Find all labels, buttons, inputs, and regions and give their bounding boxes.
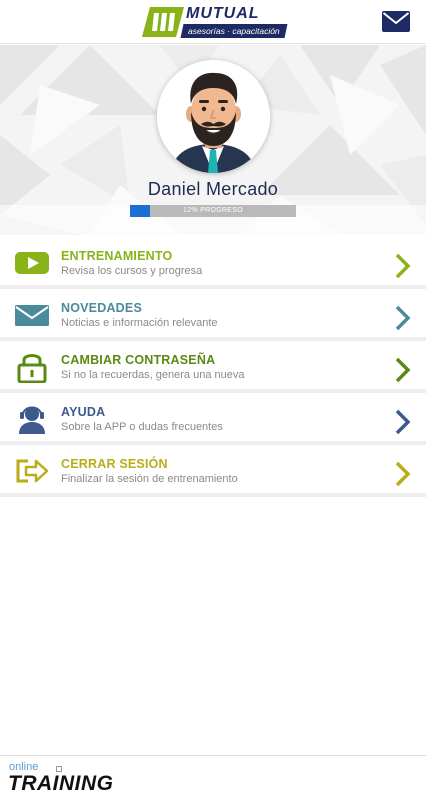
avatar-illustration: [157, 60, 270, 173]
logo-word: MUTUAL: [186, 5, 260, 22]
sign-out-icon: [16, 459, 49, 483]
footer-brand: online TRAINING: [0, 755, 426, 800]
avatar: [157, 60, 270, 173]
mutual-logo: MUTUAL asesorías · capacitación: [142, 5, 288, 39]
menu-title: CAMBIAR CONTRASEÑA: [61, 353, 216, 367]
progress-bar: 12% PROGRESO: [130, 205, 296, 217]
support-agent-icon: [19, 406, 45, 434]
logo-tagline: asesorías · capacitación: [180, 24, 288, 38]
menu-title: AYUDA: [61, 405, 106, 419]
profile-header: Daniel Mercado 12% PROGRESO: [0, 45, 426, 235]
footer-training-text: TRAINING: [8, 772, 114, 795]
chevron-right-icon: [395, 409, 411, 435]
envelope-icon: [15, 305, 49, 326]
chevron-right-icon: [395, 461, 411, 487]
chevron-right-icon: [395, 305, 411, 331]
menu-title: NOVEDADES: [61, 301, 142, 315]
menu-title: CERRAR SESIÓN: [61, 457, 168, 471]
lock-icon: [17, 354, 47, 383]
menu-item-novedades[interactable]: NOVEDADES Noticias e información relevan…: [0, 289, 426, 341]
menu-description: Revisa los cursos y progresa: [61, 265, 203, 277]
logo-tagline-text: asesorías · capacitación: [188, 26, 280, 36]
logo-mark-icon: [142, 7, 184, 37]
menu-item-ayuda[interactable]: AYUDA Sobre la APP o dudas frecuentes: [0, 393, 426, 445]
chevron-right-icon: [395, 357, 411, 383]
progress-label: 12% PROGRESO: [182, 207, 243, 214]
mail-icon[interactable]: [382, 11, 410, 32]
menu-item-cambiar-contrasena[interactable]: CAMBIAR CONTRASEÑA Si no la recuerdas, g…: [0, 341, 426, 393]
chevron-right-icon: [395, 253, 411, 279]
main-menu: ENTRENAMIENTO Revisa los cursos y progre…: [0, 237, 426, 497]
user-name: Daniel Mercado: [147, 179, 279, 199]
menu-description: Sobre la APP o dudas frecuentes: [61, 421, 223, 433]
menu-description: Finalizar la sesión de entrenamiento: [61, 473, 238, 485]
menu-description: Si no la recuerdas, genera una nueva: [61, 369, 245, 381]
menu-item-cerrar-sesion[interactable]: CERRAR SESIÓN Finalizar la sesión de ent…: [0, 445, 426, 497]
youtube-play-icon: [15, 252, 49, 274]
menu-description: Noticias e información relevante: [61, 317, 218, 329]
menu-item-entrenamiento[interactable]: ENTRENAMIENTO Revisa los cursos y progre…: [0, 237, 426, 289]
top-bar: MUTUAL asesorías · capacitación: [0, 0, 426, 44]
menu-title: ENTRENAMIENTO: [61, 249, 173, 263]
